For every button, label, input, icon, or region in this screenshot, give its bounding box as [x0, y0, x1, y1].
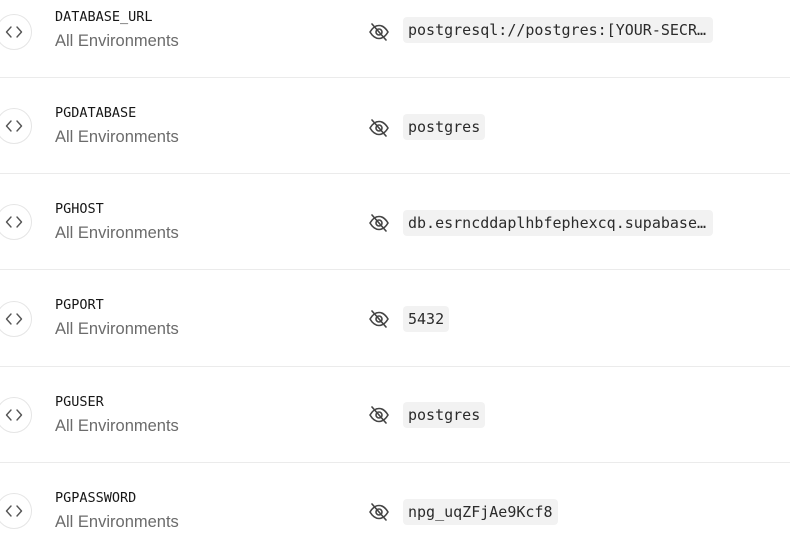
environment-variables-list: DATABASE_URL All Environments postgresql…	[0, 0, 790, 554]
env-var-scope: All Environments	[55, 513, 179, 531]
code-brackets-icon	[0, 493, 32, 529]
env-var-row: PGUSER All Environments postgres	[0, 367, 790, 463]
env-var-scope: All Environments	[55, 128, 179, 146]
env-var-row: PGPORT All Environments 5432	[0, 271, 790, 367]
eye-off-icon[interactable]	[368, 501, 390, 523]
code-brackets-icon	[0, 204, 32, 240]
env-var-value[interactable]: 5432	[403, 306, 450, 332]
env-var-value[interactable]: postgresql://postgres:[YOUR-SECRET-PASSW…	[403, 17, 713, 43]
env-var-name: PGUSER	[55, 394, 104, 410]
env-var-name: PGHOST	[55, 201, 104, 217]
env-var-name: PGPASSWORD	[55, 490, 137, 506]
env-var-name: PGPORT	[55, 297, 104, 313]
eye-off-icon[interactable]	[368, 404, 390, 426]
code-brackets-icon	[0, 301, 32, 337]
env-var-row: PGPASSWORD All Environments npg_uqZFjAe9…	[0, 463, 790, 559]
eye-off-icon[interactable]	[368, 308, 390, 330]
env-var-scope: All Environments	[55, 224, 179, 242]
env-var-row: DATABASE_URL All Environments postgresql…	[0, 0, 790, 78]
code-brackets-icon	[0, 14, 32, 50]
env-var-scope: All Environments	[55, 417, 179, 435]
eye-off-icon[interactable]	[368, 117, 390, 139]
env-var-value[interactable]: npg_uqZFjAe9Kcf8	[403, 499, 558, 525]
env-var-value[interactable]: db.esrncddaplhbfephexcq.supabase.co	[403, 210, 713, 236]
row-divider	[0, 269, 790, 270]
eye-off-icon[interactable]	[368, 212, 390, 234]
code-brackets-icon	[0, 397, 32, 433]
env-var-row: PGHOST All Environments db.esrncddaplhbf…	[0, 174, 790, 270]
eye-off-icon[interactable]	[368, 21, 390, 43]
env-var-row: PGDATABASE All Environments postgres	[0, 78, 790, 174]
env-var-value[interactable]: postgres	[403, 114, 486, 140]
env-var-name: DATABASE_URL	[55, 9, 153, 25]
code-brackets-icon	[0, 108, 32, 144]
env-var-value[interactable]: postgres	[403, 402, 486, 428]
env-var-name: PGDATABASE	[55, 105, 137, 121]
env-var-scope: All Environments	[55, 32, 179, 50]
env-var-scope: All Environments	[55, 320, 179, 338]
